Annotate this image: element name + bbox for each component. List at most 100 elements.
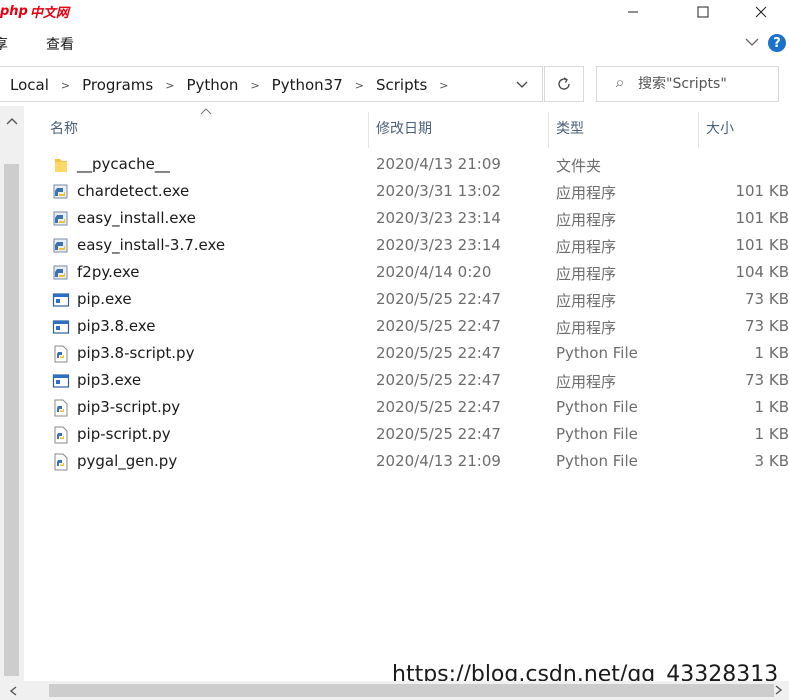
breadcrumb: Local > Programs > Python > Python37 > S… [10, 67, 461, 103]
file-date: 2020/4/13 21:09 [376, 155, 501, 173]
file-size: 1 KB [754, 344, 789, 362]
file-type: Python File [556, 425, 638, 443]
file-type: 应用程序 [556, 319, 617, 337]
column-header-type[interactable]: 类型 [556, 118, 584, 138]
python-file-icon [54, 345, 68, 363]
file-size: 1 KB [754, 425, 789, 443]
sort-ascending-icon [200, 108, 212, 115]
breadcrumb-separator-icon[interactable]: > [250, 79, 259, 92]
refresh-icon [558, 77, 570, 90]
file-type: Python File [556, 398, 638, 416]
minimize-button[interactable] [610, 0, 656, 24]
python-exe-icon [53, 265, 68, 280]
breadcrumb-python37[interactable]: Python37 [272, 76, 343, 94]
close-button[interactable] [738, 0, 784, 24]
file-row[interactable]: easy_install-3.7.exe 2020/3/23 23:14 应用程… [24, 232, 789, 259]
file-type: 文件夹 [556, 157, 602, 175]
python-exe-icon [53, 238, 68, 253]
file-type: 应用程序 [556, 184, 617, 202]
python-exe-icon [53, 211, 68, 226]
breadcrumb-local[interactable]: Local [10, 76, 49, 94]
navigation-scroll-thumb[interactable] [4, 164, 19, 676]
file-name[interactable]: chardetect.exe [77, 182, 189, 200]
column-header-name[interactable]: 名称 [50, 118, 78, 138]
scroll-up-arrow-icon[interactable] [5, 116, 19, 126]
file-name[interactable]: easy_install-3.7.exe [77, 236, 225, 254]
breadcrumb-python[interactable]: Python [186, 76, 238, 94]
file-row[interactable]: easy_install.exe 2020/3/23 23:14 应用程序 10… [24, 205, 789, 232]
search-icon [615, 80, 623, 88]
tab-view[interactable]: 查看 [46, 34, 74, 54]
column-divider[interactable] [368, 112, 369, 148]
file-row[interactable]: pip3.8.exe 2020/5/25 22:47 应用程序 73 KB [24, 313, 789, 340]
file-row[interactable]: pygal_gen.py 2020/4/13 21:09 Python File… [24, 448, 789, 475]
file-size: 73 KB [745, 317, 789, 335]
file-row[interactable]: pip3-script.py 2020/5/25 22:47 Python Fi… [24, 394, 789, 421]
minimize-icon [628, 11, 638, 13]
help-button[interactable]: ? [768, 34, 786, 52]
file-date: 2020/5/25 22:47 [376, 425, 501, 443]
file-row[interactable]: pip.exe 2020/5/25 22:47 应用程序 73 KB [24, 286, 789, 313]
file-name[interactable]: pip3.8.exe [77, 317, 155, 335]
refresh-button[interactable] [544, 66, 584, 102]
breadcrumb-separator-icon[interactable]: > [355, 79, 364, 92]
file-date: 2020/5/25 22:47 [376, 317, 501, 335]
file-date: 2020/3/31 13:02 [376, 182, 501, 200]
column-divider[interactable] [548, 112, 549, 148]
search-input[interactable] [638, 76, 778, 92]
maximize-button[interactable] [680, 0, 726, 24]
window-exe-icon [52, 374, 70, 388]
column-header-size[interactable]: 大小 [706, 118, 734, 138]
column-divider[interactable] [698, 112, 699, 148]
file-name[interactable]: pip.exe [77, 290, 132, 308]
address-row: Local > Programs > Python > Python37 > S… [0, 62, 789, 106]
file-name[interactable]: pip3.exe [77, 371, 141, 389]
address-dropdown-chevron-icon[interactable] [515, 79, 529, 91]
python-file-icon [54, 426, 68, 444]
search-box[interactable] [596, 66, 779, 102]
file-name[interactable]: pip3-script.py [77, 398, 180, 416]
address-bar[interactable]: Local > Programs > Python > Python37 > S… [0, 66, 543, 102]
scroll-left-arrow-icon[interactable] [8, 685, 18, 697]
file-row[interactable]: pip3.exe 2020/5/25 22:47 应用程序 73 KB [24, 367, 789, 394]
ribbon-expand-chevron-icon[interactable] [744, 34, 760, 50]
ribbon-bar: 享 查看 [0, 26, 789, 60]
file-size: 101 KB [735, 182, 789, 200]
horizontal-scroll-thumb[interactable] [49, 684, 774, 697]
close-icon [755, 6, 767, 18]
file-row[interactable]: chardetect.exe 2020/3/31 13:02 应用程序 101 … [24, 178, 789, 205]
file-type: Python File [556, 344, 638, 362]
file-row[interactable]: __pycache__ 2020/4/13 21:09 文件夹 [24, 151, 789, 178]
file-row[interactable]: f2py.exe 2020/4/14 0:20 应用程序 104 KB [24, 259, 789, 286]
file-date: 2020/3/23 23:14 [376, 209, 501, 227]
file-name[interactable]: pygal_gen.py [77, 452, 177, 470]
file-size: 104 KB [735, 263, 789, 281]
file-date: 2020/5/25 22:47 [376, 344, 501, 362]
navigation-pane-scrollbar[interactable] [0, 106, 24, 681]
file-name[interactable]: __pycache__ [77, 155, 170, 173]
column-header-date[interactable]: 修改日期 [376, 118, 432, 138]
window-exe-icon [52, 320, 70, 334]
breadcrumb-separator-icon[interactable]: > [61, 79, 70, 92]
scroll-right-arrow-icon[interactable] [774, 684, 784, 696]
file-row[interactable]: pip3.8-script.py 2020/5/25 22:47 Python … [24, 340, 789, 367]
file-date: 2020/5/25 22:47 [376, 398, 501, 416]
file-row[interactable]: pip-script.py 2020/5/25 22:47 Python Fil… [24, 421, 789, 448]
file-name[interactable]: f2py.exe [77, 263, 139, 281]
file-name[interactable]: pip3.8-script.py [77, 344, 194, 362]
file-size: 73 KB [745, 371, 789, 389]
file-date: 2020/4/14 0:20 [376, 263, 492, 281]
logo-php-text: php [0, 3, 28, 19]
breadcrumb-scripts[interactable]: Scripts [376, 76, 427, 94]
python-exe-icon [53, 184, 68, 199]
file-name[interactable]: pip-script.py [77, 425, 171, 443]
scrollbar-corner [0, 681, 24, 700]
breadcrumb-programs[interactable]: Programs [82, 76, 153, 94]
breadcrumb-separator-icon[interactable]: > [439, 79, 448, 92]
horizontal-scrollbar[interactable] [24, 681, 789, 700]
php-logo: php 中文网 [0, 0, 69, 22]
tab-share[interactable]: 享 [0, 34, 8, 54]
file-name[interactable]: easy_install.exe [77, 209, 196, 227]
file-type: 应用程序 [556, 265, 617, 283]
breadcrumb-separator-icon[interactable]: > [165, 79, 174, 92]
